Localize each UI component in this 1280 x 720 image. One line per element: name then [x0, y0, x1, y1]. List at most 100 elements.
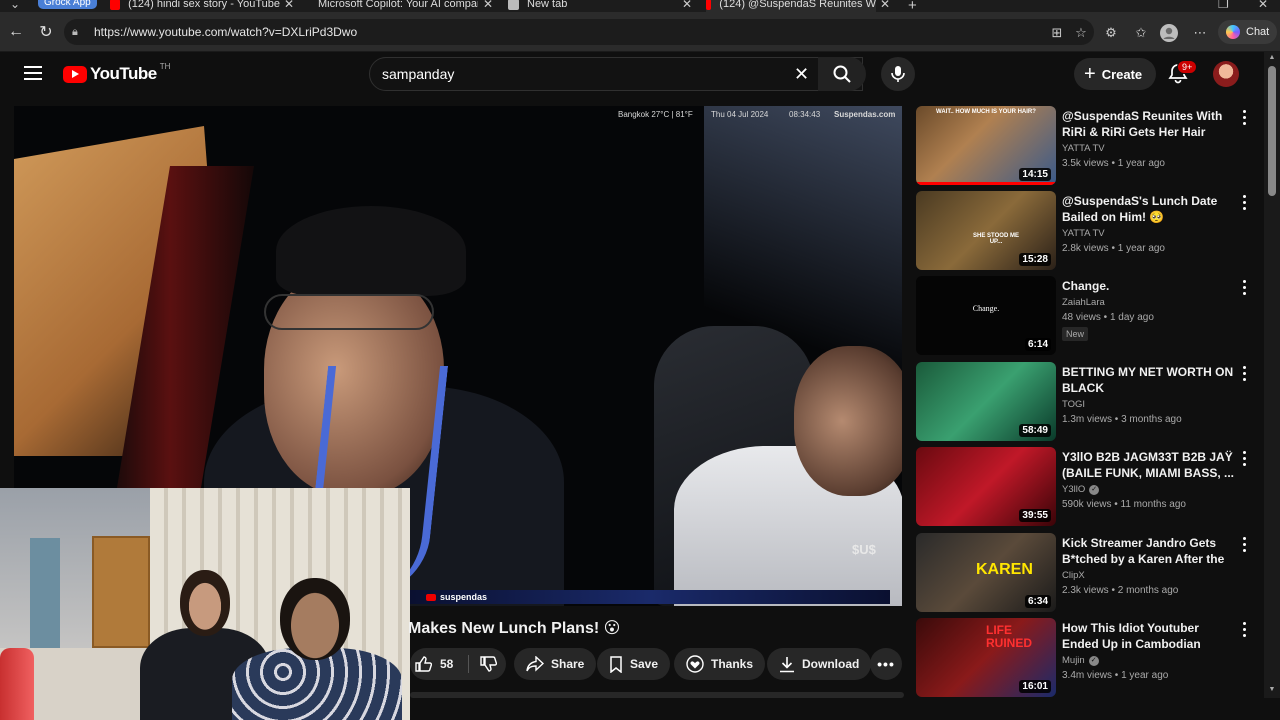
dislike-button[interactable] — [474, 648, 502, 680]
clear-search-icon[interactable]: ✕ — [794, 64, 809, 85]
video-card-channel[interactable]: YATTA TV — [1062, 143, 1234, 154]
page-scrollbar[interactable]: ▲ ▼ — [1264, 52, 1280, 698]
thanks-button[interactable]: Thanks — [674, 648, 766, 680]
video-card-meta: 1.3m views • 3 months ago — [1062, 414, 1182, 425]
video-card-title[interactable]: @SuspendaS Reunites With RiRi & RiRi Get… — [1062, 108, 1234, 140]
recommended-video-card[interactable]: Change. 6:14 Change. ZaiahLara 48 views • 1 … — [916, 276, 1256, 356]
video-card-channel[interactable]: TOGI — [1062, 399, 1234, 410]
create-label: Create — [1101, 66, 1143, 82]
app-available-icon[interactable]: ⊞ — [1048, 24, 1066, 42]
more-options-icon[interactable]: ⋯ — [1191, 24, 1209, 42]
scrollbar-thumb[interactable] — [1268, 66, 1276, 196]
video-duration: 6:34 — [1024, 595, 1051, 608]
vertical-dots-menu-icon[interactable] — [1238, 108, 1250, 126]
video-thumbnail[interactable]: Change. 6:14 — [916, 276, 1056, 355]
more-actions-button[interactable]: ••• — [870, 648, 902, 680]
tab-list-chevron-icon[interactable]: ⌄ — [10, 0, 20, 11]
download-button[interactable]: Download — [767, 648, 872, 680]
recommended-video-card[interactable]: KAREN 6:34 Kick Streamer Jandro Gets B*tch… — [916, 533, 1256, 613]
save-button[interactable]: Save — [597, 648, 671, 680]
channel-name[interactable]: YATTA TV — [1062, 228, 1105, 239]
overlay-date: Thu 04 Jul 2024 — [711, 110, 769, 119]
description-box-edge[interactable] — [410, 692, 904, 698]
copilot-chat-button[interactable]: Chat — [1218, 20, 1278, 44]
video-thumbnail[interactable]: LIFE RUINED 16:01 — [916, 618, 1056, 697]
webcam-overlay — [0, 488, 410, 720]
video-thumbnail[interactable]: WAIT.. HOW MUCH IS YOUR HAIR? 14:15 — [916, 106, 1056, 185]
recommended-video-card[interactable]: WAIT.. HOW MUCH IS YOUR HAIR? 14:15 @Suspe… — [916, 106, 1256, 186]
favorites-icon[interactable]: ✩ — [1132, 24, 1150, 42]
video-card-meta: 3.5k views • 1 year ago — [1062, 158, 1165, 169]
vertical-dots-menu-icon[interactable] — [1238, 449, 1250, 467]
bookmark-icon — [610, 655, 622, 673]
video-card-channel[interactable]: Mujin ✓ — [1062, 655, 1234, 666]
reload-icon[interactable]: ↻ — [36, 22, 56, 42]
channel-name[interactable]: ZaiahLara — [1062, 297, 1105, 308]
chat-label: Chat — [1246, 26, 1270, 38]
browser-tab[interactable]: (124) hindi sex story - YouTube — [110, 0, 280, 12]
hamburger-menu-icon[interactable] — [24, 64, 42, 82]
restore-window-icon[interactable]: ❐ — [1218, 0, 1229, 11]
vertical-dots-menu-icon[interactable] — [1238, 278, 1250, 296]
like-button[interactable]: 58 — [410, 648, 468, 680]
video-thumbnail[interactable]: 39:55 — [916, 447, 1056, 526]
video-card-title[interactable]: BETTING MY NET WORTH ON BLACK — [1062, 364, 1234, 396]
youtube-logo[interactable]: YouTube TH — [63, 61, 171, 84]
video-card-channel[interactable]: YATTA TV — [1062, 228, 1234, 239]
vertical-dots-menu-icon[interactable] — [1238, 364, 1250, 382]
back-arrow-icon[interactable]: ← — [6, 22, 26, 42]
recommended-video-card[interactable]: 58:49 BETTING MY NET WORTH ON BLACK TOGI 1.… — [916, 362, 1256, 442]
video-card-title[interactable]: Change. — [1062, 278, 1234, 294]
profile-icon[interactable] — [1160, 24, 1178, 42]
extensions-icon[interactable]: ⚙ — [1102, 24, 1120, 42]
browser-tab[interactable]: New tab — [508, 0, 678, 12]
video-card-title[interactable]: Y3llO B2B JAGM33T B2B JAŸ (BAILE FUNK, M… — [1062, 449, 1234, 481]
video-card-title[interactable]: @SuspendaS's Lunch Date Bailed on Him! 🥺 — [1062, 193, 1234, 225]
vertical-dots-menu-icon[interactable] — [1238, 193, 1250, 211]
scroll-up-arrow-icon[interactable]: ▲ — [1268, 54, 1276, 61]
url-text[interactable]: https://www.youtube.com/watch?v=DXLriPd3… — [94, 25, 357, 39]
close-tab-icon[interactable]: ✕ — [682, 0, 692, 11]
close-tab-icon[interactable]: ✕ — [483, 0, 493, 11]
channel-name[interactable]: Y3llO — [1062, 484, 1085, 495]
video-thumbnail[interactable]: KAREN 6:34 — [916, 533, 1056, 612]
favorite-star-icon[interactable]: ☆ — [1072, 24, 1090, 42]
close-tab-icon[interactable]: ✕ — [284, 0, 294, 11]
recommended-video-card[interactable]: LIFE RUINED 16:01 How This Idiot Youtuber … — [916, 618, 1256, 698]
address-bar[interactable]: 🔒︎ https://www.youtube.com/watch?v=DXLri… — [64, 19, 1094, 45]
video-card-channel[interactable]: Y3llO ✓ — [1062, 484, 1234, 495]
voice-search-button[interactable] — [881, 57, 915, 91]
like-divider — [468, 655, 469, 673]
recommended-video-card[interactable]: 39:55 Y3llO B2B JAGM33T B2B JAŸ (BAILE FU… — [916, 447, 1256, 527]
site-info-icon[interactable]: 🔒︎ — [72, 26, 88, 39]
channel-name[interactable]: YATTA TV — [1062, 143, 1105, 154]
video-thumbnail[interactable]: SHE STOOD ME UP... 15:28 — [916, 191, 1056, 270]
channel-name[interactable]: Mujin — [1062, 655, 1085, 666]
new-tab-plus-icon[interactable]: + — [908, 0, 917, 12]
video-card-meta: 2.3k views • 2 months ago — [1062, 585, 1179, 596]
video-thumbnail[interactable]: 58:49 — [916, 362, 1056, 441]
video-card-title[interactable]: How This Idiot Youtuber Ended Up in Camb… — [1062, 620, 1234, 652]
vertical-dots-menu-icon[interactable] — [1238, 620, 1250, 638]
vertical-dots-menu-icon[interactable] — [1238, 535, 1250, 553]
browser-tab-active[interactable]: (124) @SuspendaS Reunites W — [706, 0, 876, 12]
scroll-down-arrow-icon[interactable]: ▼ — [1268, 686, 1276, 693]
recommended-video-card[interactable]: SHE STOOD ME UP... 15:28 @SuspendaS's Lunc… — [916, 191, 1256, 271]
video-card-channel[interactable]: ClipX — [1062, 570, 1234, 581]
region-code: TH — [159, 61, 171, 71]
video-card-title[interactable]: Kick Streamer Jandro Gets B*tched by a K… — [1062, 535, 1234, 567]
create-button[interactable]: + Create — [1074, 58, 1157, 90]
search-input[interactable] — [382, 66, 782, 82]
video-card-channel[interactable]: ZaiahLara — [1062, 297, 1234, 308]
close-window-icon[interactable]: ✕ — [1258, 0, 1268, 11]
browser-tab[interactable]: Microsoft Copilot: Your AI compan — [310, 0, 478, 12]
channel-name[interactable]: TOGI — [1062, 399, 1085, 410]
overlay-location: Bangkok 27°C | 81°F — [618, 110, 693, 119]
tab-group-label[interactable]: Grock App — [38, 0, 97, 9]
account-avatar[interactable] — [1213, 61, 1239, 87]
channel-name[interactable]: ClipX — [1062, 570, 1085, 581]
search-button[interactable] — [818, 57, 866, 91]
close-tab-icon[interactable]: ✕ — [880, 0, 890, 11]
share-button[interactable]: Share — [514, 648, 597, 680]
video-scene-cap — [276, 206, 466, 296]
